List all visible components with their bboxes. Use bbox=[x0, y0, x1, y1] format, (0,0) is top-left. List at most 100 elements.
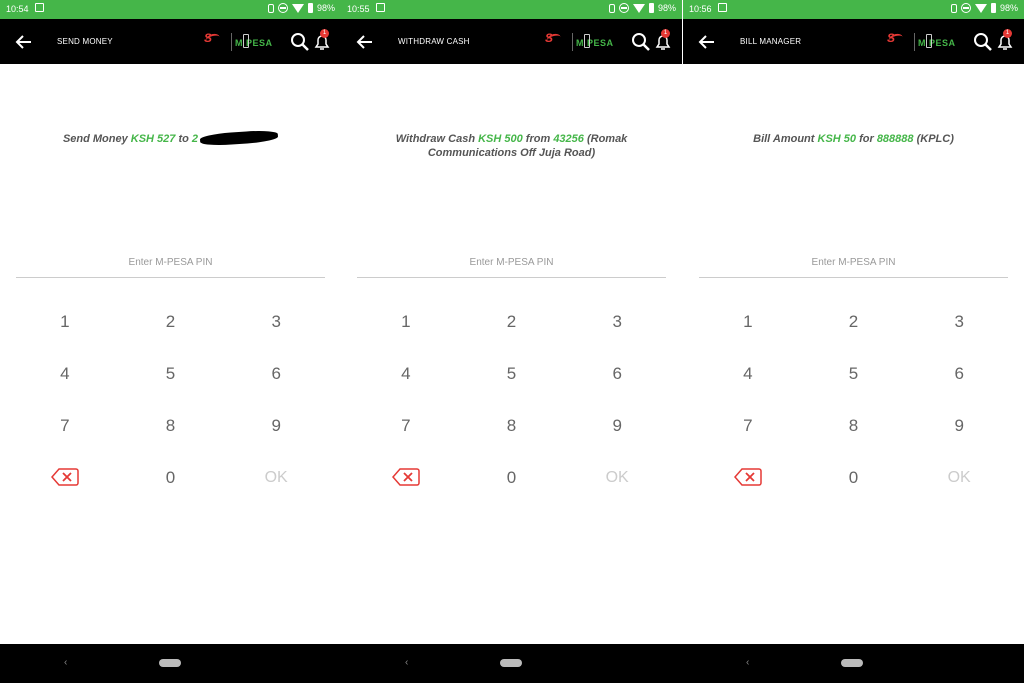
search-icon[interactable] bbox=[973, 32, 993, 52]
backspace-button[interactable] bbox=[353, 461, 459, 513]
key-6[interactable]: 6 bbox=[564, 357, 670, 409]
notification-badge: 1 bbox=[320, 29, 329, 38]
key-5[interactable]: 5 bbox=[118, 357, 224, 409]
summary-amount: KSH 50 bbox=[817, 133, 857, 145]
summary-prefix: Bill Amount bbox=[753, 133, 818, 145]
key-6[interactable]: 6 bbox=[223, 357, 329, 409]
status-bar: 10:55 98% bbox=[341, 0, 682, 19]
nav-home-icon[interactable] bbox=[159, 659, 181, 667]
battery-icon bbox=[648, 3, 654, 13]
ok-button[interactable]: OK bbox=[223, 461, 329, 513]
key-6[interactable]: 6 bbox=[906, 357, 1012, 409]
status-time: 10:56 bbox=[689, 4, 712, 14]
nav-back-icon[interactable]: ‹ bbox=[64, 657, 74, 668]
key-2[interactable]: 2 bbox=[118, 305, 224, 357]
key-5[interactable]: 5 bbox=[459, 357, 565, 409]
page-title: SEND MONEY bbox=[57, 37, 113, 46]
battery-icon bbox=[307, 3, 313, 13]
nav-back-icon[interactable]: ‹ bbox=[746, 657, 756, 668]
dnd-icon bbox=[277, 3, 288, 13]
logo-s: S bbox=[545, 31, 554, 45]
wifi-icon bbox=[291, 3, 304, 13]
phone-screen-1: 10:54 98% SEND MONEY S M PESA 1 Send Mon… bbox=[0, 0, 341, 683]
arrow-left-icon[interactable] bbox=[355, 32, 375, 52]
system-nav-bar: ‹ ‹ ‹ bbox=[0, 644, 1024, 683]
key-4[interactable]: 4 bbox=[353, 357, 459, 409]
summary-target: 43256 bbox=[553, 133, 584, 145]
battery-percent: 98% bbox=[316, 3, 335, 13]
ok-button[interactable]: OK bbox=[906, 461, 1012, 513]
logo-mpesa: M PESA bbox=[918, 38, 956, 48]
backspace-icon bbox=[50, 468, 79, 486]
vibrate-icon bbox=[608, 3, 615, 13]
key-2[interactable]: 2 bbox=[459, 305, 565, 357]
key-5[interactable]: 5 bbox=[801, 357, 907, 409]
key-3[interactable]: 3 bbox=[906, 305, 1012, 357]
redaction-mark bbox=[199, 129, 279, 147]
key-2[interactable]: 2 bbox=[801, 305, 907, 357]
safaricom-mpesa-logo: S M PESA bbox=[545, 31, 617, 53]
app-bar: SEND MONEY S M PESA 1 bbox=[0, 19, 341, 64]
key-7[interactable]: 7 bbox=[353, 409, 459, 461]
backspace-button[interactable] bbox=[12, 461, 118, 513]
page-title: WITHDRAW CASH bbox=[398, 37, 470, 46]
summary-amount: KSH 500 bbox=[478, 133, 523, 145]
key-8[interactable]: 8 bbox=[459, 409, 565, 461]
vibrate-icon bbox=[950, 3, 957, 13]
key-1[interactable]: 1 bbox=[353, 305, 459, 357]
nav-back-icon[interactable]: ‹ bbox=[405, 657, 415, 668]
key-4[interactable]: 4 bbox=[695, 357, 801, 409]
key-7[interactable]: 7 bbox=[695, 409, 801, 461]
key-9[interactable]: 9 bbox=[906, 409, 1012, 461]
battery-icon bbox=[990, 3, 996, 13]
phone-icon bbox=[584, 34, 590, 48]
status-bar: 10:56 98% bbox=[683, 0, 1024, 19]
arrow-left-icon[interactable] bbox=[14, 32, 34, 52]
arrow-left-icon[interactable] bbox=[697, 32, 717, 52]
key-9[interactable]: 9 bbox=[564, 409, 670, 461]
search-icon[interactable] bbox=[631, 32, 651, 52]
battery-percent: 98% bbox=[657, 3, 676, 13]
ok-button[interactable]: OK bbox=[564, 461, 670, 513]
notification-badge: 1 bbox=[1003, 29, 1012, 38]
key-1[interactable]: 1 bbox=[695, 305, 801, 357]
summary-connector: to bbox=[175, 133, 192, 145]
backspace-button[interactable] bbox=[695, 461, 801, 513]
key-0[interactable]: 0 bbox=[801, 461, 907, 513]
pin-input[interactable]: Enter M-PESA PIN bbox=[699, 253, 1008, 278]
search-icon[interactable] bbox=[290, 32, 310, 52]
pin-input[interactable]: Enter M-PESA PIN bbox=[357, 253, 666, 278]
dnd-icon bbox=[960, 3, 971, 13]
battery-percent: 98% bbox=[999, 3, 1018, 13]
key-8[interactable]: 8 bbox=[801, 409, 907, 461]
app-bar: WITHDRAW CASH S M PESA 1 bbox=[341, 19, 682, 64]
summary-prefix: Send Money bbox=[62, 133, 131, 145]
key-0[interactable]: 0 bbox=[118, 461, 224, 513]
status-time: 10:54 bbox=[6, 4, 29, 14]
key-0[interactable]: 0 bbox=[459, 461, 565, 513]
key-8[interactable]: 8 bbox=[118, 409, 224, 461]
key-4[interactable]: 4 bbox=[12, 357, 118, 409]
summary-suffix: (KPLC) bbox=[913, 133, 954, 145]
pin-input[interactable]: Enter M-PESA PIN bbox=[16, 253, 325, 278]
keypad: 1 2 3 4 5 6 7 8 9 0 OK bbox=[12, 305, 329, 513]
transaction-summary: Withdraw Cash KSH 500 from 43256 (Romak … bbox=[341, 132, 682, 160]
key-1[interactable]: 1 bbox=[12, 305, 118, 357]
key-7[interactable]: 7 bbox=[12, 409, 118, 461]
status-time: 10:55 bbox=[347, 4, 370, 14]
notification-icon bbox=[35, 3, 44, 12]
backspace-icon bbox=[733, 468, 762, 486]
summary-target: 888888 bbox=[876, 133, 914, 145]
wifi-icon bbox=[632, 3, 645, 13]
wifi-icon bbox=[974, 3, 987, 13]
key-9[interactable]: 9 bbox=[223, 409, 329, 461]
logo-mpesa: M PESA bbox=[235, 38, 273, 48]
key-3[interactable]: 3 bbox=[564, 305, 670, 357]
key-3[interactable]: 3 bbox=[223, 305, 329, 357]
phone-screen-3: 10:56 98% BILL MANAGER S M PESA 1 Bill A… bbox=[683, 0, 1024, 683]
page-title: BILL MANAGER bbox=[740, 37, 802, 46]
summary-connector: for bbox=[856, 133, 877, 145]
nav-home-icon[interactable] bbox=[500, 659, 522, 667]
phone-screen-2: 10:55 98% WITHDRAW CASH S M PESA 1 Withd… bbox=[341, 0, 682, 683]
nav-home-icon[interactable] bbox=[841, 659, 863, 667]
